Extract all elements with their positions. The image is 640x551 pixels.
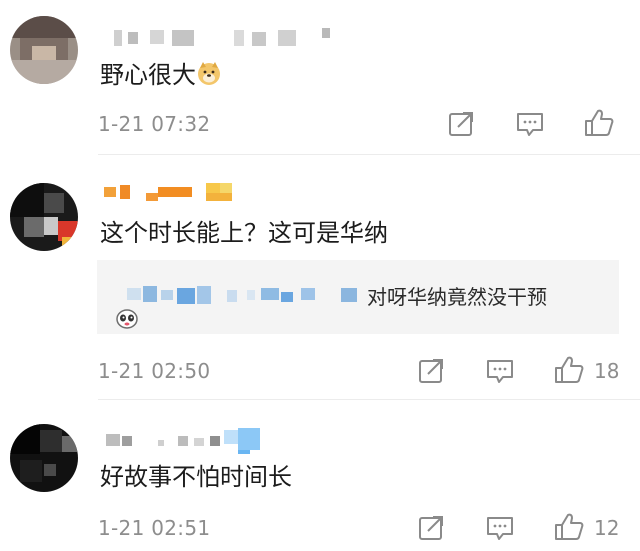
share-icon xyxy=(419,516,443,540)
thumbs-up-icon xyxy=(585,109,614,136)
comment-button[interactable] xyxy=(485,356,515,386)
like-count: 18 xyxy=(594,359,620,383)
reply-username-blurred[interactable] xyxy=(97,260,367,334)
reply-text: 对呀华纳竟然没干预 xyxy=(367,285,547,309)
like-button[interactable] xyxy=(553,511,584,541)
comment-icon xyxy=(487,360,513,383)
thumbs-up-icon xyxy=(555,513,584,540)
doge-emoji-icon xyxy=(196,60,222,93)
panda-emoji-icon xyxy=(115,308,139,334)
thumbs-up-icon xyxy=(555,356,584,383)
username-blurred[interactable] xyxy=(102,183,242,209)
comment-time: 1-21 02:51 xyxy=(98,516,211,540)
share-icon xyxy=(419,359,443,383)
like-button[interactable] xyxy=(583,107,614,137)
comment-time: 1-21 02:50 xyxy=(98,359,211,383)
comment-icon xyxy=(517,113,543,136)
comment-item-2: 这个时长能上？这可是华纳 对呀华纳竟然没干预 1-21 02:50 18 xyxy=(0,155,640,400)
comment-button[interactable] xyxy=(515,109,545,139)
avatar[interactable] xyxy=(10,424,78,492)
comment-button[interactable] xyxy=(485,513,515,543)
comment-item-1: 野心很大 1-21 07:32 xyxy=(0,0,640,155)
avatar[interactable] xyxy=(10,183,78,251)
comment-text: 好故事不怕时间长 xyxy=(100,463,292,491)
comment-text-content: 野心很大 xyxy=(100,61,196,89)
comment-text: 野心很大 xyxy=(100,60,222,93)
share-button[interactable] xyxy=(416,513,446,543)
avatar[interactable] xyxy=(10,16,78,84)
comment-text: 这个时长能上？这可是华纳 xyxy=(100,219,388,247)
comment-item-3: 好故事不怕时间长 1-21 02:51 12 xyxy=(0,400,640,551)
username-blurred[interactable] xyxy=(102,28,342,54)
like-count: 12 xyxy=(594,516,620,540)
share-button[interactable] xyxy=(416,356,446,386)
share-icon xyxy=(449,112,473,136)
reply-box[interactable]: 对呀华纳竟然没干预 xyxy=(97,260,619,334)
comment-time: 1-21 07:32 xyxy=(98,112,211,136)
comment-icon xyxy=(487,517,513,540)
share-button[interactable] xyxy=(446,109,476,139)
username-blurred[interactable] xyxy=(102,428,272,454)
like-button[interactable] xyxy=(553,354,584,384)
